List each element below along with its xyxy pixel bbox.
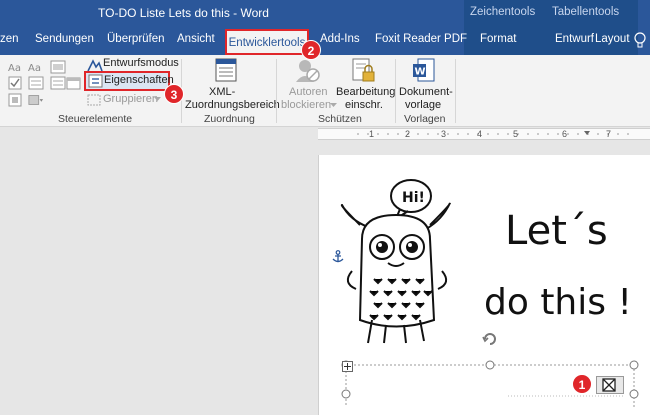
tab-layout[interactable]: Layout bbox=[595, 33, 630, 45]
svg-text:W: W bbox=[415, 67, 426, 78]
design-mode-icon[interactable] bbox=[87, 58, 103, 72]
tab-sendungen[interactable]: Sendungen bbox=[35, 33, 94, 45]
ruler-number: 4 bbox=[477, 129, 483, 139]
heading-line-1[interactable]: Let´s bbox=[505, 208, 608, 254]
checkbox-symbol-icon[interactable] bbox=[596, 376, 624, 394]
legacy-tools-icon[interactable] bbox=[28, 93, 44, 107]
group-label-schuetzen: Schützen bbox=[318, 113, 362, 125]
group-label-vorlagen: Vorlagen bbox=[404, 113, 446, 125]
step-badge-2: 2 bbox=[301, 40, 321, 60]
context-label-zeichentools: Zeichentools bbox=[470, 6, 536, 18]
heading-line-2[interactable]: do this ! bbox=[484, 282, 632, 323]
tab-entwurf[interactable]: Entwurf bbox=[555, 33, 594, 45]
chevron-down-icon bbox=[154, 97, 161, 101]
step-badge-1: 1 bbox=[572, 374, 592, 394]
group-label-zuordnung: Zuordnung bbox=[204, 113, 255, 125]
building-block-control-icon[interactable] bbox=[8, 93, 24, 107]
ruler-number: 2 bbox=[405, 129, 411, 139]
speech-bubble-text: Hi! bbox=[402, 190, 425, 206]
monster-illustration[interactable]: Hi! bbox=[338, 175, 456, 350]
lightbulb-icon[interactable] bbox=[633, 32, 647, 50]
design-mode-label[interactable]: Entwurfsmodus bbox=[103, 57, 179, 69]
restrict-editing-label-line1[interactable]: Bearbeitung bbox=[336, 86, 395, 99]
tab-ueberpruefen[interactable]: Überprüfen bbox=[107, 33, 165, 45]
tab-ansicht[interactable]: Ansicht bbox=[177, 33, 215, 45]
separator bbox=[395, 59, 396, 123]
rich-text-control-icon[interactable]: Aa bbox=[28, 60, 44, 74]
properties-label[interactable]: Eigenschaften bbox=[104, 74, 174, 86]
checkbox-control-icon[interactable] bbox=[8, 76, 24, 90]
ruler-number: 6 bbox=[562, 129, 568, 139]
block-authors-label-line1[interactable]: Autoren bbox=[289, 86, 328, 99]
svg-text:Aa: Aa bbox=[8, 63, 21, 74]
document-template-label-line2[interactable]: vorlage bbox=[405, 99, 441, 112]
window-title: TO-DO Liste Lets do this - Word bbox=[98, 6, 269, 20]
dropdown-control-icon[interactable] bbox=[50, 76, 66, 90]
ruler-number: 1 bbox=[369, 129, 375, 139]
xml-mapping-icon[interactable] bbox=[215, 58, 237, 82]
picture-control-icon[interactable] bbox=[50, 60, 66, 74]
move-handle-icon[interactable] bbox=[342, 361, 353, 372]
ruler-number: 3 bbox=[441, 129, 447, 139]
tab-format[interactable]: Format bbox=[480, 33, 516, 45]
restrict-editing-label-line2[interactable]: einschr. bbox=[345, 99, 383, 112]
separator bbox=[276, 59, 277, 123]
block-authors-label-line2[interactable]: blockieren bbox=[281, 99, 331, 112]
context-label-tabellentools: Tabellentools bbox=[552, 6, 620, 18]
properties-icon[interactable] bbox=[88, 74, 104, 88]
rotate-handle-icon[interactable] bbox=[480, 329, 500, 349]
xml-mapping-label-line1[interactable]: XML- bbox=[209, 86, 235, 99]
document-template-label-line1[interactable]: Dokument- bbox=[399, 86, 453, 99]
group-label-steuerelemente: Steuerelemente bbox=[58, 113, 133, 125]
group-label[interactable]: Gruppieren bbox=[103, 93, 158, 105]
restrict-editing-icon[interactable] bbox=[352, 58, 376, 84]
block-authors-icon[interactable] bbox=[295, 58, 321, 84]
text-control-icon[interactable]: Aa bbox=[8, 60, 24, 74]
tab-partial[interactable]: zen bbox=[0, 33, 19, 45]
separator bbox=[455, 59, 456, 123]
group-icon[interactable] bbox=[87, 93, 103, 107]
chevron-down-icon bbox=[330, 103, 337, 107]
svg-text:Aa: Aa bbox=[28, 63, 41, 74]
tab-foxit[interactable]: Foxit Reader PDF bbox=[375, 33, 467, 45]
tab-addins[interactable]: Add-Ins bbox=[320, 33, 360, 45]
tab-entwicklertools[interactable]: Entwicklertools bbox=[225, 29, 309, 55]
ruler-number: 5 bbox=[513, 129, 519, 139]
xml-mapping-label-line2[interactable]: Zuordnungsbereich bbox=[185, 99, 280, 112]
ruler-number: 7 bbox=[606, 129, 612, 139]
document-template-icon[interactable]: W bbox=[412, 58, 436, 84]
date-picker-control-icon[interactable] bbox=[66, 76, 82, 90]
combobox-control-icon[interactable] bbox=[28, 76, 44, 90]
ruler-ticks bbox=[357, 131, 629, 135]
step-badge-3: 3 bbox=[164, 84, 184, 104]
